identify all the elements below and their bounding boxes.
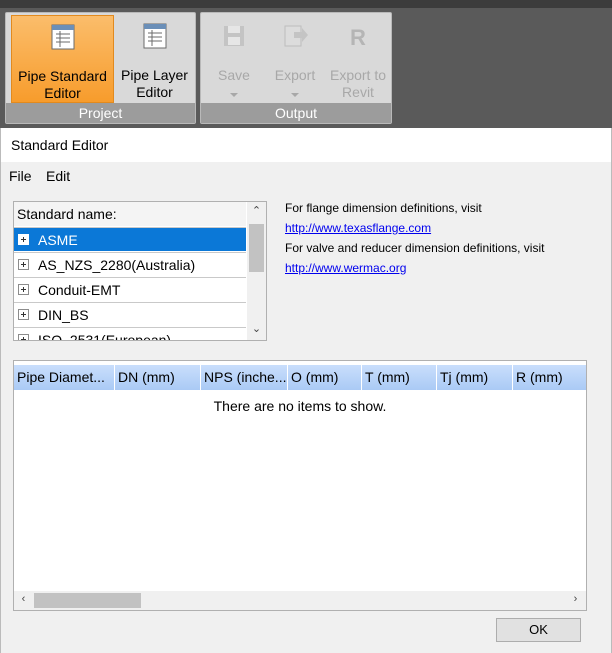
list-item-asme[interactable]: ASME [14,227,246,251]
export-to-revit-label: Export to Revit [329,67,387,100]
column-header-dn[interactable]: DN (mm) [115,365,201,390]
menu-edit[interactable]: Edit [46,168,70,184]
save-label: Save [218,67,250,83]
list-item-iso-2531[interactable]: ISO_2531(European) [14,327,246,341]
export-to-revit-button[interactable]: R Export to Revit [327,15,389,103]
list-item-din-bs[interactable]: DIN_BS [14,302,246,326]
menu-file[interactable]: File [9,168,32,184]
expand-icon[interactable] [18,334,29,340]
ribbon-group-output: Save Export R Export to Revit Output [200,12,392,124]
export-icon [284,25,308,47]
list-scroll-thumb[interactable] [249,224,264,272]
export-dropdown-caret-icon [291,93,299,97]
list-item-conduit-emt[interactable]: Conduit-EMT [14,277,246,301]
table-header: Pipe Diamet... DN (mm) NPS (inche... O (… [14,365,586,390]
texasflange-link[interactable]: http://www.texasflange.com [285,221,431,235]
list-item-label: AS_NZS_2280(Australia) [38,257,196,273]
column-header-tj[interactable]: Tj (mm) [437,365,513,390]
list-item-label: ASME [38,232,78,248]
column-header-o[interactable]: O (mm) [288,365,362,390]
flange-info-text: For flange dimension definitions, visit [285,201,482,215]
save-dropdown-caret-icon [230,93,238,97]
empty-table-message: There are no items to show. [213,398,387,414]
expand-icon[interactable] [18,234,29,245]
column-header-nps[interactable]: NPS (inche... [201,365,288,390]
list-item-label: ISO_2531(European) [38,332,172,341]
scroll-right-icon[interactable]: › [566,593,585,605]
column-header-pipe-diameter[interactable]: Pipe Diamet... [14,365,115,390]
pipe-standard-editor-button[interactable]: Pipe Standard Editor [11,15,114,103]
layer-editor-icon [143,23,166,49]
list-header: Standard name: [14,202,246,226]
ribbon-group-label-project: Project [6,103,195,123]
list-item-label: DIN_BS [38,307,89,323]
ribbon-top-bar [0,0,612,8]
pipe-layer-editor-label: Pipe Layer Editor [121,67,188,100]
expand-icon[interactable] [18,259,29,270]
pipe-layer-editor-button[interactable]: Pipe Layer Editor [115,15,194,103]
export-label: Export [274,67,316,83]
wermac-link[interactable]: http://www.wermac.org [285,261,406,275]
scroll-down-icon[interactable]: ⌄ [247,322,266,335]
table-scroll-thumb[interactable] [34,593,141,608]
column-header-r[interactable]: R (mm) [513,365,586,390]
table-horizontal-scrollbar[interactable]: ‹ › [14,591,586,610]
column-header-t[interactable]: T (mm) [362,365,437,390]
ribbon: Pipe Standard Editor Pipe Layer Editor P… [0,0,612,128]
dimensions-table[interactable]: Pipe Diamet... DN (mm) NPS (inche... O (… [13,360,587,611]
export-button[interactable]: Export [265,15,325,103]
svg-text:R: R [350,25,366,50]
list-item-as-nzs[interactable]: AS_NZS_2280(Australia) [14,252,246,276]
pipe-standard-editor-label: Pipe Standard Editor [18,68,107,101]
expand-icon[interactable] [18,284,29,295]
scroll-left-icon[interactable]: ‹ [14,593,33,605]
list-vertical-scrollbar[interactable]: ⌃ ⌄ [247,202,266,340]
save-button[interactable]: Save [205,15,263,103]
table-editor-icon [51,24,74,50]
valve-info-text: For valve and reducer dimension definiti… [285,241,545,255]
ok-button[interactable]: OK [496,618,581,642]
list-item-label: Conduit-EMT [38,282,121,298]
revit-icon: R [350,25,366,50]
expand-icon[interactable] [18,309,29,320]
standard-editor-dialog: Standard Editor File Edit Standard name:… [0,128,612,653]
scroll-up-icon[interactable]: ⌃ [247,204,266,217]
ribbon-group-project: Pipe Standard Editor Pipe Layer Editor P… [5,12,196,124]
save-icon [224,26,244,46]
standard-name-list[interactable]: Standard name: ASME AS_NZS_2280(Australi… [13,201,267,341]
dialog-title: Standard Editor [1,128,611,162]
ribbon-group-label-output: Output [201,103,391,123]
